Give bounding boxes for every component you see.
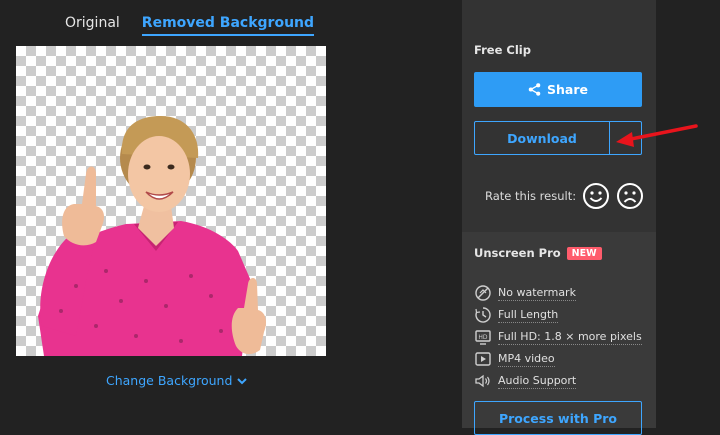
pro-title: Unscreen Pro: [474, 246, 561, 260]
tab-removed-background[interactable]: Removed Background: [141, 15, 315, 36]
share-label: Share: [547, 82, 588, 97]
feature-item: Full Length: [474, 304, 642, 326]
tab-original[interactable]: Original: [65, 15, 120, 36]
feature-label: Full Length: [498, 307, 559, 323]
process-with-pro-button[interactable]: Process with Pro: [474, 401, 642, 435]
happy-face-icon[interactable]: [582, 182, 610, 210]
sad-face-icon[interactable]: [616, 182, 644, 210]
export-panel: Free Clip Share Download Rate this resul…: [462, 0, 656, 435]
change-background-link[interactable]: Change Background: [106, 373, 248, 388]
video-file-icon: [475, 352, 491, 366]
svg-text:HD: HD: [478, 334, 488, 341]
share-icon: [528, 83, 541, 96]
person-cutout: [38, 116, 266, 356]
change-background-label: Change Background: [106, 373, 233, 388]
feature-label: Audio Support: [498, 373, 577, 389]
feature-label: Full HD: 1.8 × more pixels: [498, 329, 642, 345]
hd-icon: HD: [475, 330, 491, 345]
chevron-down-icon: [237, 377, 248, 384]
rating-row: Rate this result:: [485, 182, 644, 210]
pro-feature-list: No watermark Full Length HD Full HD: 1.8…: [474, 282, 642, 392]
annotation-arrow-icon: [616, 124, 698, 147]
feature-item: MP4 video: [474, 348, 642, 370]
download-button[interactable]: Download: [475, 122, 610, 154]
preview-canvas: [16, 46, 326, 356]
no-watermark-icon: [475, 285, 491, 301]
share-button[interactable]: Share: [474, 72, 642, 107]
free-clip-heading: Free Clip: [474, 43, 531, 57]
speaker-icon: [475, 374, 490, 388]
feature-item: No watermark: [474, 282, 642, 304]
feature-item: Audio Support: [474, 370, 642, 392]
new-badge: NEW: [566, 246, 602, 260]
full-length-icon: [475, 307, 491, 323]
view-tabs: Original Removed Background: [65, 15, 315, 36]
feature-label: MP4 video: [498, 351, 555, 367]
rate-label: Rate this result:: [485, 189, 577, 203]
pro-heading: Unscreen Pro NEW: [474, 246, 602, 260]
feature-label: No watermark: [498, 285, 576, 301]
feature-item: HD Full HD: 1.8 × more pixels: [474, 326, 642, 348]
